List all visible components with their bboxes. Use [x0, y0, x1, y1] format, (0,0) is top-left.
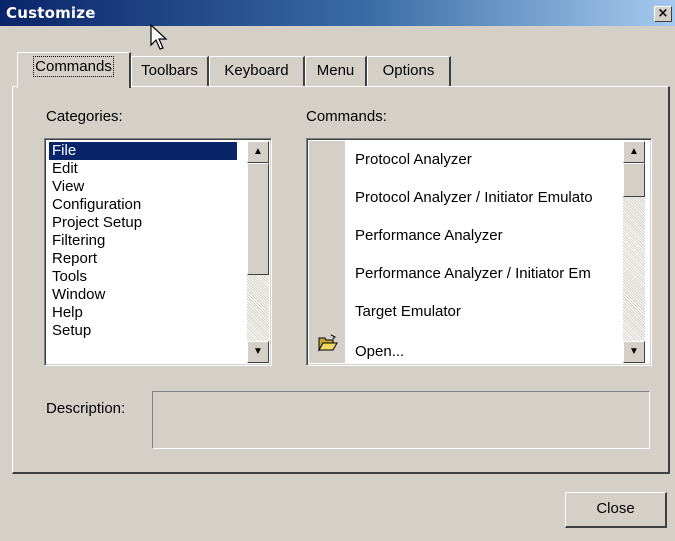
commands-label: Commands:: [306, 108, 387, 125]
open-folder-icon: [318, 334, 338, 352]
list-item[interactable]: View: [49, 178, 87, 196]
command-item[interactable]: Performance Analyzer: [355, 226, 503, 246]
command-item[interactable]: Target Emulator: [355, 302, 461, 322]
scroll-up-arrow-icon[interactable]: ▲: [247, 141, 269, 163]
command-item[interactable]: Protocol Analyzer / Initiator Emulato: [355, 188, 593, 208]
tab-menu[interactable]: Menu: [305, 56, 367, 86]
title-bar[interactable]: Customize ×: [0, 0, 675, 26]
list-item[interactable]: Filtering: [49, 232, 108, 250]
list-item[interactable]: Help: [49, 304, 86, 322]
command-item[interactable]: Open...: [355, 342, 404, 362]
description-field: [152, 391, 650, 449]
scroll-down-arrow-icon[interactable]: ▼: [247, 341, 269, 363]
tab-toolbars[interactable]: Toolbars: [131, 56, 209, 86]
tab-options[interactable]: Options: [367, 56, 451, 86]
scrollbar-thumb[interactable]: [623, 163, 645, 197]
mouse-cursor-icon: [150, 24, 168, 50]
scroll-down-arrow-icon[interactable]: ▼: [623, 341, 645, 363]
categories-list[interactable]: File Edit View Configuration Project Set…: [44, 138, 272, 366]
list-item[interactable]: Configuration: [49, 196, 144, 214]
categories-label: Categories:: [46, 108, 123, 125]
list-item[interactable]: Setup: [49, 322, 94, 340]
tab-keyboard[interactable]: Keyboard: [209, 56, 305, 86]
list-item[interactable]: Project Setup: [49, 214, 145, 232]
window-close-button[interactable]: ×: [654, 6, 672, 22]
close-button[interactable]: Close: [565, 492, 667, 528]
list-item[interactable]: Window: [49, 286, 108, 304]
list-item[interactable]: File: [49, 142, 237, 160]
tab-commands[interactable]: Commands: [17, 52, 131, 88]
categories-scrollbar[interactable]: ▲ ▼: [247, 141, 269, 363]
list-item[interactable]: Report: [49, 250, 100, 268]
list-item[interactable]: Tools: [49, 268, 90, 286]
scroll-up-arrow-icon[interactable]: ▲: [623, 141, 645, 163]
list-item[interactable]: Edit: [49, 160, 81, 178]
command-item[interactable]: Performance Analyzer / Initiator Em: [355, 264, 591, 284]
scrollbar-thumb[interactable]: [247, 163, 269, 275]
commands-list[interactable]: Protocol Analyzer Protocol Analyzer / In…: [306, 138, 652, 366]
window-title: Customize: [6, 4, 96, 22]
description-label: Description:: [46, 400, 126, 417]
icon-strip: [309, 141, 345, 363]
commands-scrollbar[interactable]: ▲ ▼: [623, 141, 645, 363]
command-item[interactable]: Protocol Analyzer: [355, 150, 472, 170]
